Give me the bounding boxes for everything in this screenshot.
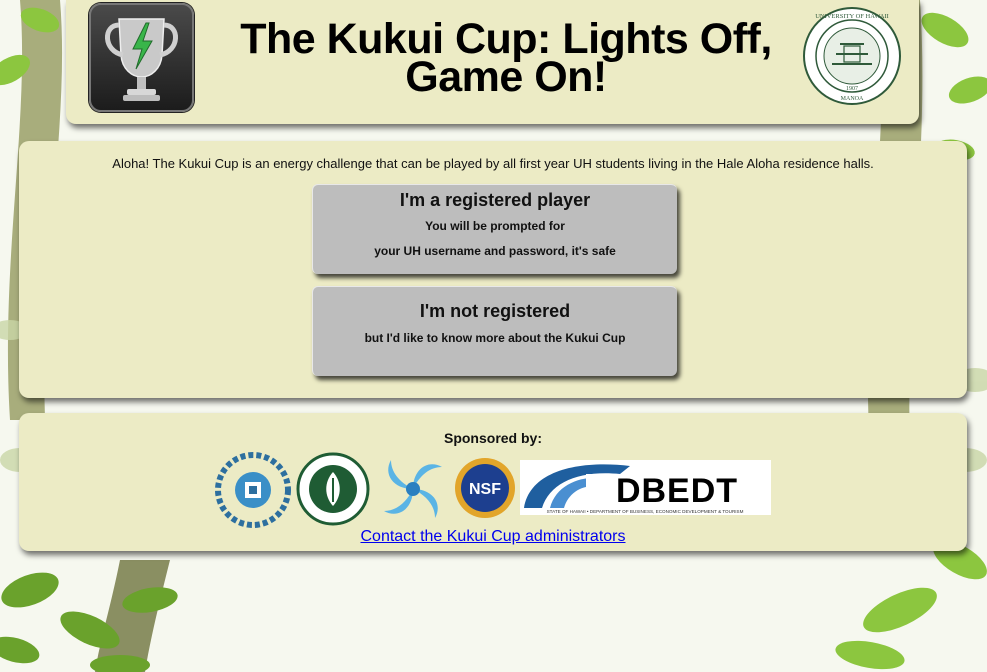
registered-button-line1: You will be prompted for bbox=[425, 219, 565, 233]
sponsors-panel: Sponsored by: NSF DBEDT STATE OF HAWAII … bbox=[19, 413, 967, 551]
university-seal-icon: UNIVERSITY OF HAWAII 1907 MANOA bbox=[802, 6, 902, 106]
registered-button-heading: I'm a registered player bbox=[399, 190, 591, 210]
uh-manoa-logo bbox=[296, 450, 370, 528]
unregistered-button-line1: but I'd like to know more about the Kuku… bbox=[364, 331, 626, 345]
nsf-logo-text: NSF bbox=[469, 481, 501, 498]
registered-button-line2: your UH username and password, it's safe bbox=[374, 244, 616, 258]
welcome-panel: Aloha! The Kukui Cup is an energy challe… bbox=[19, 141, 967, 398]
registered-player-button[interactable]: I'm a registered player You will be prom… bbox=[312, 184, 677, 274]
not-registered-button[interactable]: I'm not registered but I'd like to know … bbox=[312, 286, 677, 376]
sponsors-title: Sponsored by: bbox=[443, 430, 542, 446]
swirl-logo bbox=[376, 451, 450, 527]
page-title: The Kukui Cup: Lights Off, Game On! bbox=[240, 15, 772, 101]
intro-text: Aloha! The Kukui Cup is an energy challe… bbox=[112, 156, 874, 171]
nsf-logo: NSF bbox=[453, 455, 517, 521]
csdl-logo bbox=[213, 451, 293, 529]
header: The Kukui Cup: Lights Off, Game On! UNIV… bbox=[66, 0, 919, 124]
dbedt-logo-text: DBEDT bbox=[616, 472, 738, 510]
dbedt-logo-subtext: STATE OF HAWAII • DEPARTMENT OF BUSINESS… bbox=[547, 509, 744, 514]
dbedt-logo: DBEDT STATE OF HAWAII • DEPARTMENT OF BU… bbox=[520, 460, 771, 515]
seal-text-top: UNIVERSITY OF HAWAII bbox=[815, 13, 889, 20]
seal-text-bottom: MANOA bbox=[841, 96, 864, 102]
contact-admins-link[interactable]: Contact the Kukui Cup administrators bbox=[19, 528, 967, 546]
unregistered-button-heading: I'm not registered bbox=[419, 301, 571, 321]
trophy-lightning-icon bbox=[89, 3, 194, 112]
seal-year: 1907 bbox=[846, 86, 858, 92]
